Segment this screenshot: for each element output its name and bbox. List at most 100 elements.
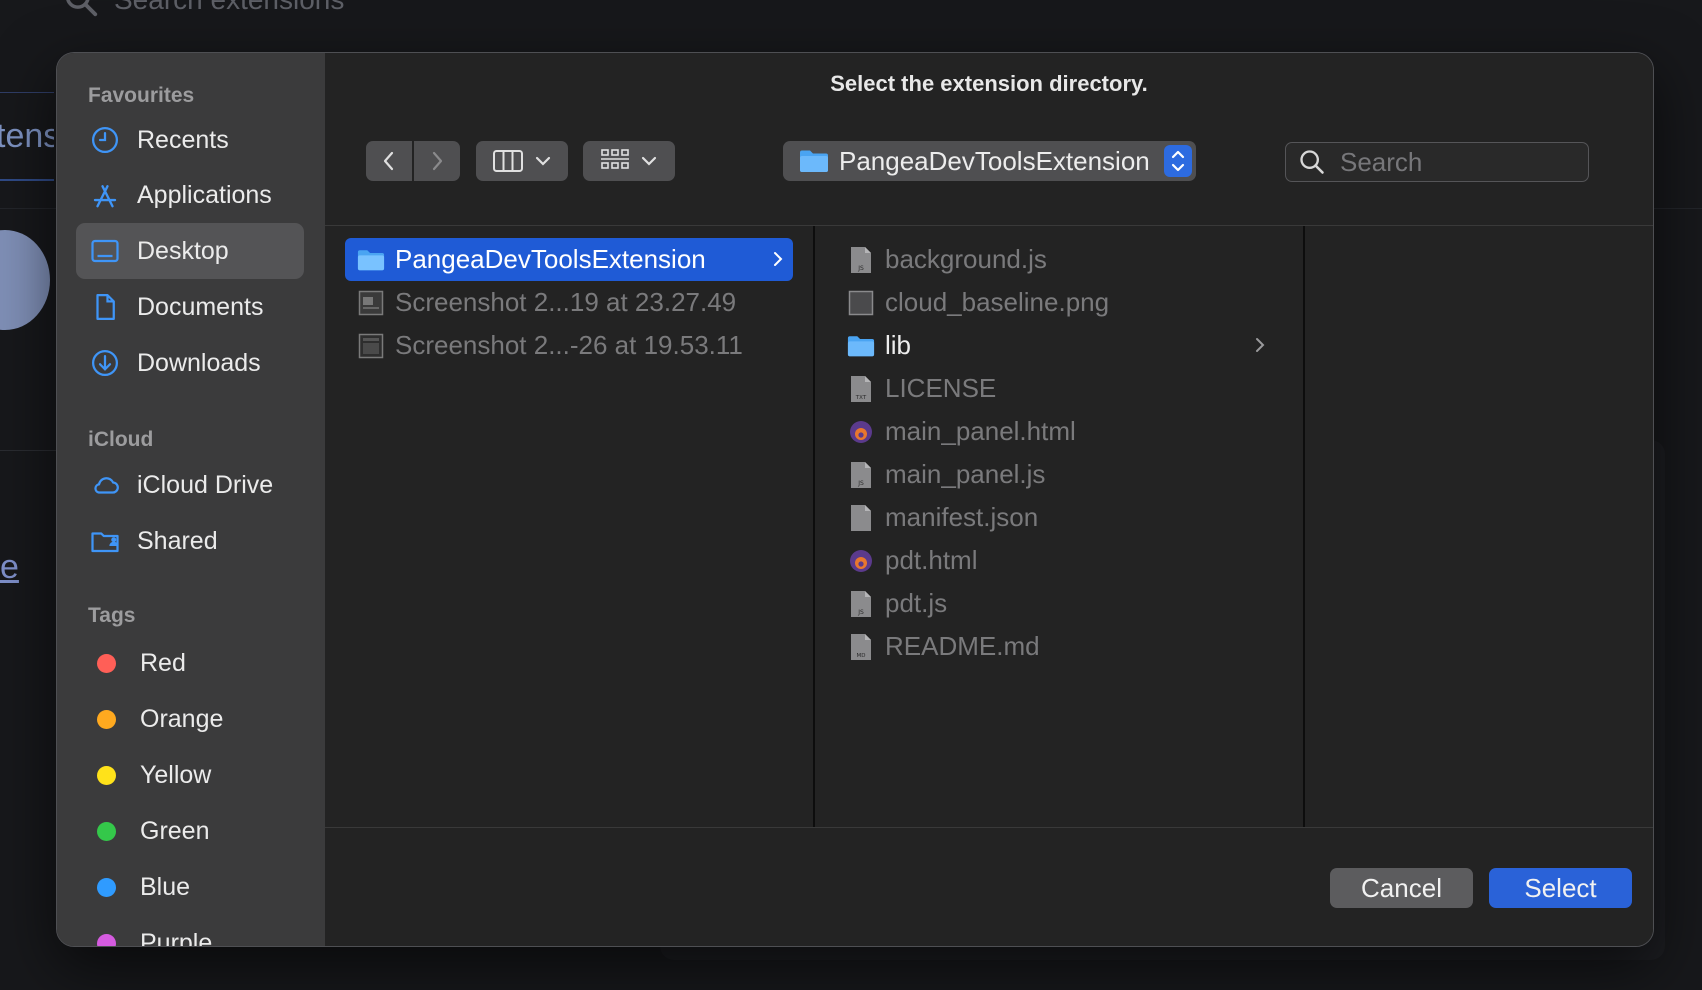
file-name: lib bbox=[885, 330, 912, 360]
chevron-down-icon bbox=[535, 156, 551, 166]
svg-text:JS: JS bbox=[857, 265, 864, 272]
desktop-icon bbox=[89, 235, 121, 267]
sidebar-item-tag-purple[interactable]: Purple bbox=[76, 915, 304, 946]
sidebar-item-label: Recents bbox=[137, 125, 229, 154]
firefox-html-icon bbox=[847, 547, 875, 575]
sidebar-item-tag-orange[interactable]: Orange bbox=[76, 691, 304, 747]
column-divider bbox=[813, 226, 815, 827]
folder-icon bbox=[800, 150, 828, 172]
document-icon bbox=[89, 291, 121, 323]
icloud-heading: iCloud bbox=[88, 428, 154, 451]
sidebar-item-applications[interactable]: Applications bbox=[76, 167, 304, 223]
clock-icon bbox=[89, 124, 121, 156]
list-item-file[interactable]: manifest.json bbox=[835, 496, 1275, 539]
markdown-file-icon: MD bbox=[847, 633, 875, 661]
sidebar-item-label: Documents bbox=[137, 292, 264, 321]
background-tab: tens bbox=[0, 92, 54, 181]
applications-icon bbox=[89, 179, 121, 211]
select-button[interactable]: Select bbox=[1489, 868, 1632, 908]
forward-button[interactable] bbox=[414, 141, 460, 181]
list-item-file[interactable]: Screenshot 2...-26 at 19.53.11 bbox=[345, 324, 793, 367]
list-item-folder[interactable]: lib bbox=[835, 324, 1275, 367]
sidebar-item-recents[interactable]: Recents bbox=[76, 112, 304, 168]
location-label: PangeaDevToolsExtension bbox=[839, 145, 1150, 176]
background-link: e bbox=[0, 548, 19, 586]
sidebar-item-label: Purple bbox=[140, 928, 213, 947]
folder-icon bbox=[357, 246, 385, 274]
svg-text:JS: JS bbox=[857, 480, 864, 487]
chevron-right-icon bbox=[1256, 338, 1265, 352]
sidebar-item-tag-yellow[interactable]: Yellow bbox=[76, 747, 304, 803]
list-item-file[interactable]: main_panel.html bbox=[835, 410, 1275, 453]
columns-view-icon bbox=[493, 150, 523, 172]
tag-dot-icon bbox=[97, 653, 116, 673]
column-divider bbox=[1303, 226, 1305, 827]
file-name: manifest.json bbox=[885, 502, 1039, 532]
svg-text:MD: MD bbox=[857, 653, 866, 659]
file-name: README.md bbox=[885, 631, 1040, 661]
image-file-icon bbox=[847, 289, 875, 317]
sidebar-item-label: Yellow bbox=[140, 760, 212, 789]
chevron-down-icon bbox=[641, 156, 657, 166]
background-avatar bbox=[0, 230, 50, 330]
search-input[interactable] bbox=[1338, 145, 1572, 179]
background-divider bbox=[0, 450, 60, 451]
tag-dot-icon bbox=[97, 933, 116, 946]
footer-divider bbox=[325, 827, 1653, 828]
browser-pane: Select the extension directory. PangeaDe… bbox=[325, 53, 1653, 946]
sidebar-item-downloads[interactable]: Downloads bbox=[76, 335, 304, 391]
sidebar-item-label: iCloud Drive bbox=[137, 470, 274, 499]
sidebar-item-tag-red[interactable]: Red bbox=[76, 635, 304, 691]
list-item-file[interactable]: TXT LICENSE bbox=[835, 367, 1275, 410]
folder-icon bbox=[847, 332, 875, 360]
shared-folder-icon bbox=[89, 525, 121, 557]
tag-dot-icon bbox=[97, 709, 116, 729]
file-name: cloud_baseline.png bbox=[885, 287, 1110, 317]
tag-dot-icon bbox=[97, 821, 116, 841]
list-item-file[interactable]: JS background.js bbox=[835, 238, 1275, 281]
cancel-button[interactable]: Cancel bbox=[1330, 868, 1473, 908]
dialog-title: Select the extension directory. bbox=[830, 71, 1148, 96]
list-item-file[interactable]: pdt.html bbox=[835, 539, 1275, 582]
group-options-button[interactable] bbox=[583, 141, 675, 181]
sidebar-item-label: Orange bbox=[140, 704, 224, 733]
list-item-file[interactable]: Screenshot 2...19 at 23.27.49 bbox=[345, 281, 793, 324]
chevron-left-icon bbox=[383, 151, 394, 171]
js-file-icon: JS bbox=[847, 590, 875, 618]
list-item-file[interactable]: cloud_baseline.png bbox=[835, 281, 1275, 324]
background-search: Search extensions bbox=[62, 0, 344, 18]
cloud-icon bbox=[89, 469, 121, 501]
js-file-icon: JS bbox=[847, 461, 875, 489]
sidebar-item-desktop[interactable]: Desktop bbox=[76, 223, 304, 279]
location-popup[interactable]: PangeaDevToolsExtension bbox=[783, 141, 1196, 181]
sidebar-item-shared[interactable]: Shared bbox=[76, 513, 304, 569]
back-button[interactable] bbox=[366, 141, 412, 181]
sidebar-item-tag-blue[interactable]: Blue bbox=[76, 859, 304, 915]
file-name: main_panel.js bbox=[885, 459, 1046, 489]
favourites-heading: Favourites bbox=[88, 84, 195, 107]
tag-dot-icon bbox=[97, 877, 116, 897]
view-mode-button[interactable] bbox=[476, 141, 568, 181]
list-item-file[interactable]: JS main_panel.js bbox=[835, 453, 1275, 496]
download-icon bbox=[89, 347, 121, 379]
open-dialog: Favourites Recents Applications Desktop … bbox=[56, 52, 1654, 947]
sidebar-item-tag-green[interactable]: Green bbox=[76, 803, 304, 859]
tag-dot-icon bbox=[97, 765, 116, 785]
search-icon bbox=[66, 0, 98, 17]
text-file-icon: TXT bbox=[847, 375, 875, 403]
svg-text:TXT: TXT bbox=[855, 395, 867, 401]
search-icon bbox=[1300, 150, 1324, 174]
js-file-icon: JS bbox=[847, 246, 875, 274]
sidebar-item-documents[interactable]: Documents bbox=[76, 279, 304, 335]
sidebar-item-label: Downloads bbox=[137, 348, 261, 377]
file-name: Screenshot 2...19 at 23.27.49 bbox=[395, 287, 737, 317]
toolbar-divider bbox=[325, 225, 1653, 226]
file-name: Screenshot 2...-26 at 19.53.11 bbox=[395, 330, 743, 360]
list-item-folder[interactable]: PangeaDevToolsExtension bbox=[345, 238, 793, 281]
list-item-file[interactable]: JS pdt.js bbox=[835, 582, 1275, 625]
sidebar-item-icloud-drive[interactable]: iCloud Drive bbox=[76, 457, 304, 513]
search-field[interactable] bbox=[1285, 142, 1589, 182]
chevron-right-icon bbox=[774, 252, 783, 266]
generic-file-icon bbox=[847, 504, 875, 532]
list-item-file[interactable]: MD README.md bbox=[835, 625, 1275, 668]
